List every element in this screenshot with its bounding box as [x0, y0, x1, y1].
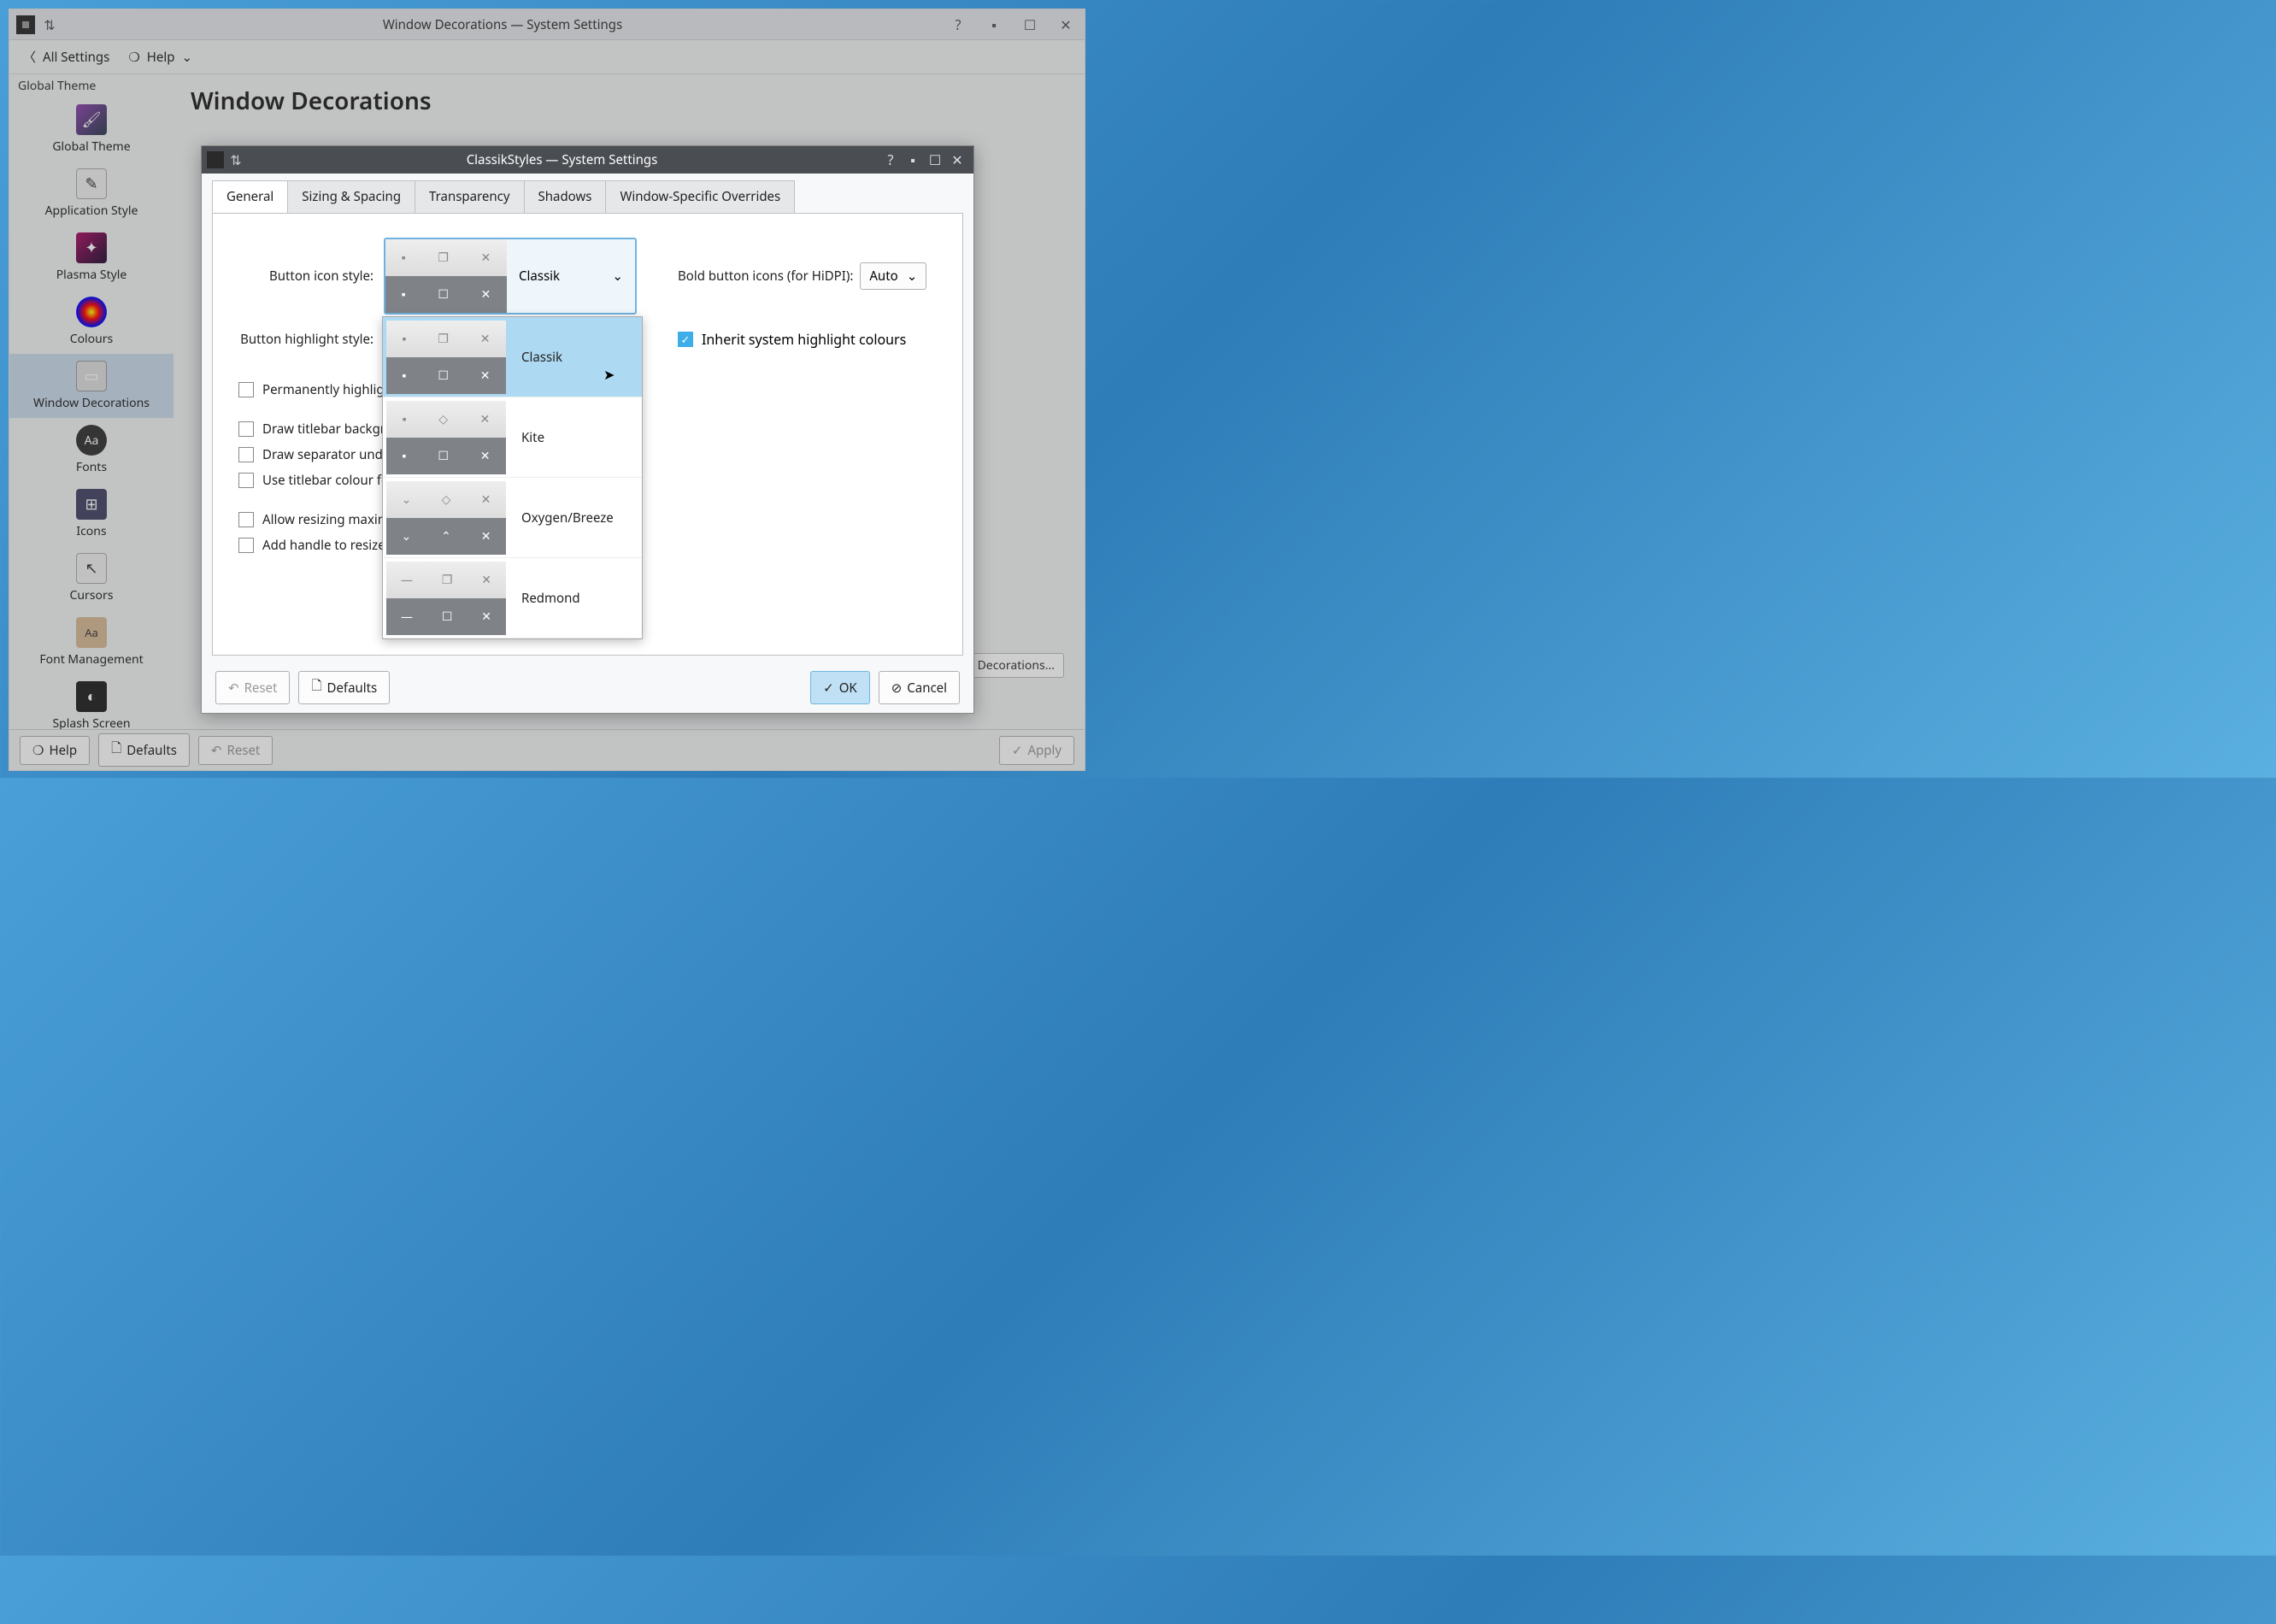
use-colour-label: Use titlebar colour fo — [262, 472, 389, 489]
dialog-titlebar: ⇅ ClassikStyles — System Settings ? ▪ ☐ … — [202, 146, 973, 174]
draw-sep-checkbox[interactable] — [238, 447, 254, 462]
bold-icons-select[interactable]: Auto⌄ — [860, 262, 926, 290]
bold-icons-label: Bold button icons (for HiDPI): — [678, 268, 853, 285]
dropdown-option-kite[interactable]: ▪◇✕ ▪☐✕ Kite — [383, 397, 642, 478]
check-icon: ✓ — [823, 680, 834, 697]
dialog-minimize-icon[interactable]: ▪ — [902, 149, 924, 171]
cancel-icon: ⊘ — [891, 680, 903, 697]
draw-bg-checkbox[interactable] — [238, 421, 254, 437]
tab-general[interactable]: General — [212, 180, 288, 213]
allow-resize-checkbox[interactable] — [238, 512, 254, 527]
dropdown-option-oxygen-breeze[interactable]: ⌄◇✕ ⌄⌃✕ Oxygen/Breeze — [383, 478, 642, 558]
draw-sep-label: Draw separator unde — [262, 446, 390, 463]
tab-window-specific-overrides[interactable]: Window-Specific Overrides — [605, 180, 795, 213]
tab-transparency[interactable]: Transparency — [415, 180, 524, 213]
button-highlight-style-label: Button highlight style: — [230, 331, 384, 348]
dialog-app-icon — [207, 151, 224, 168]
dialog-title: ClassikStyles — System Settings — [244, 151, 879, 168]
dialog-bottom-bar: ↶Reset 🗋Defaults ✓OK ⊘Cancel — [202, 662, 973, 713]
tab-panel-general: Button icon style: ▪❐✕ ▪☐✕ Classik⌄ Bold… — [212, 213, 963, 656]
button-icon-style-label: Button icon style: — [230, 268, 384, 285]
icon-style-thumb: ▪❐✕ ▪☐✕ — [385, 239, 507, 313]
add-handle-label: Add handle to resize — [262, 537, 385, 554]
allow-resize-label: Allow resizing maxim — [262, 511, 390, 528]
dialog-tabs: General Sizing & Spacing Transparency Sh… — [202, 174, 973, 213]
dropdown-option-redmond[interactable]: —❐✕ —☐✕ Redmond — [383, 558, 642, 638]
tab-sizing-spacing[interactable]: Sizing & Spacing — [287, 180, 415, 213]
chevron-down-icon: ⌄ — [612, 268, 623, 285]
perm-highlight-label: Permanently highligh — [262, 381, 392, 398]
chevron-down-icon: ⌄ — [907, 268, 918, 285]
draw-bg-label: Draw titlebar backgro — [262, 421, 393, 438]
undo-icon: ↶ — [228, 680, 239, 697]
button-highlight-style-dropdown: ▪❐✕ ▪☐✕ Classik ➤ ▪◇✕ ▪☐✕ Kite ⌄◇✕ ⌄⌃✕ O… — [382, 316, 643, 639]
dialog-help-icon[interactable]: ? — [879, 149, 902, 171]
inherit-colours-label: Inherit system highlight colours — [702, 330, 906, 349]
perm-highlight-checkbox[interactable] — [238, 382, 254, 397]
document-icon: 🗋 — [311, 677, 321, 698]
dialog-close-icon[interactable]: ✕ — [946, 149, 968, 171]
classikstyles-dialog: ⇅ ClassikStyles — System Settings ? ▪ ☐ … — [201, 145, 974, 714]
dialog-reset-button[interactable]: ↶Reset — [215, 671, 290, 704]
pin-icon[interactable]: ⇅ — [227, 150, 244, 169]
inherit-colours-checkbox[interactable]: ✓ — [678, 332, 693, 347]
dialog-maximize-icon[interactable]: ☐ — [924, 149, 946, 171]
dialog-ok-button[interactable]: ✓OK — [810, 671, 870, 704]
use-colour-checkbox[interactable] — [238, 473, 254, 488]
dialog-defaults-button[interactable]: 🗋Defaults — [298, 671, 390, 704]
dropdown-option-classik[interactable]: ▪❐✕ ▪☐✕ Classik ➤ — [383, 317, 642, 397]
dialog-cancel-button[interactable]: ⊘Cancel — [879, 671, 960, 704]
add-handle-checkbox[interactable] — [238, 538, 254, 553]
button-icon-style-select[interactable]: ▪❐✕ ▪☐✕ Classik⌄ — [384, 238, 637, 315]
tab-shadows[interactable]: Shadows — [524, 180, 607, 213]
cursor-icon: ➤ — [603, 365, 615, 384]
